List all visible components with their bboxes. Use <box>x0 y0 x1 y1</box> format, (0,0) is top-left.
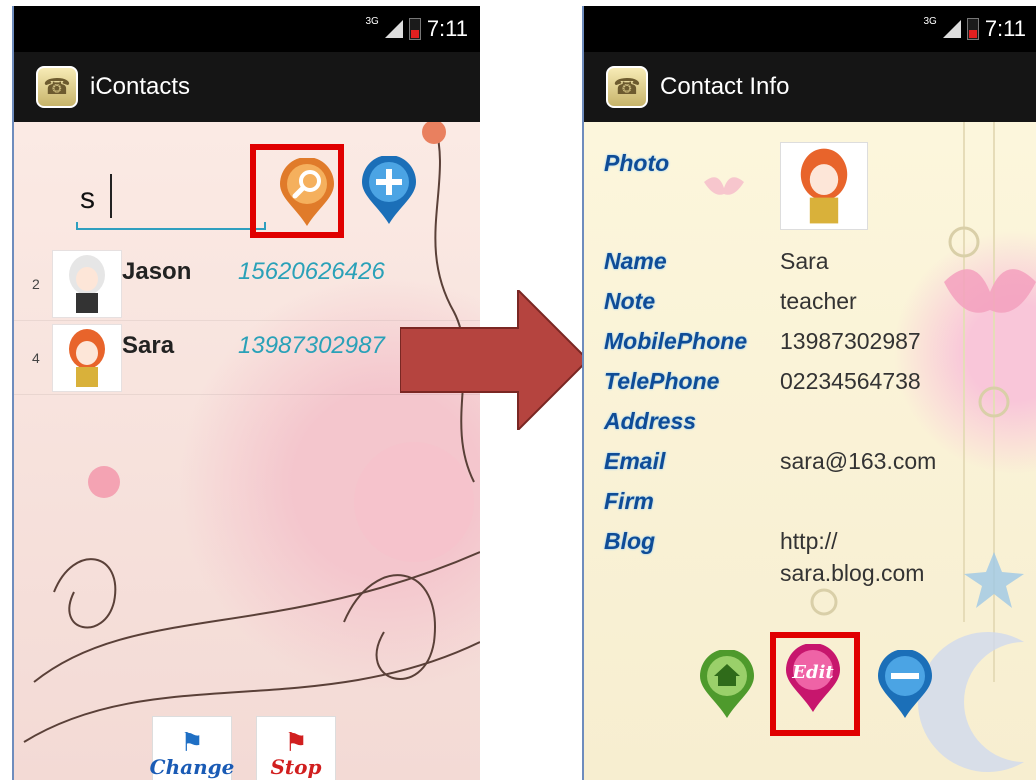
network-type: 3G <box>923 15 937 27</box>
contact-name: Sara <box>122 332 175 359</box>
orange-hair-girl-avatar <box>52 324 122 392</box>
search-button-highlight <box>250 144 344 238</box>
navigation-arrow <box>400 290 590 430</box>
delete-contact-button[interactable] <box>874 650 936 722</box>
blue-flag-icon: ⚑ <box>180 727 204 757</box>
blog-value-line1: http:// <box>780 528 838 554</box>
contact-info-screen: 3G 7:11 ☎ Contact Info Photo Name Sara N… <box>582 6 1036 780</box>
mobilephone-label: MobilePhone <box>604 328 748 354</box>
telephone-value: 02234564738 <box>780 368 921 394</box>
battery-icon <box>966 18 979 40</box>
contact-index: 4 <box>32 350 40 366</box>
app-title: Contact Info <box>660 73 790 100</box>
add-icon <box>362 156 416 224</box>
telephone-label: TelePhone <box>604 368 720 394</box>
contact-index: 2 <box>32 276 40 292</box>
search-input-underline <box>76 222 266 230</box>
contact-name: Jason <box>122 258 192 285</box>
change-label: Change <box>149 755 235 779</box>
note-label: Note <box>604 288 656 314</box>
email-label: Email <box>604 448 666 474</box>
contact-phone: 15620626426 <box>238 258 385 285</box>
text-cursor <box>110 174 112 218</box>
edit-button-highlight <box>770 632 860 736</box>
mobilephone-value: 13987302987 <box>780 328 921 354</box>
contact-info-content: Photo Name Sara Note teacher MobilePhone… <box>584 122 1036 780</box>
telephone-app-icon: ☎ <box>606 66 648 108</box>
contact-phone: 13987302987 <box>238 332 385 359</box>
white-hair-girl-avatar <box>52 250 122 318</box>
change-button[interactable]: ⚑ Change <box>149 716 235 780</box>
app-title: iContacts <box>90 73 191 100</box>
contacts-content: 2 Jason 15620626426 4 Sara 13987302987 ⚑… <box>14 122 480 780</box>
contact-photo[interactable] <box>780 142 868 230</box>
app-title-bar: ☎ iContacts <box>14 52 480 122</box>
name-label: Name <box>604 248 667 274</box>
minus-icon <box>878 650 932 718</box>
search-input[interactable] <box>78 168 262 230</box>
home-icon <box>700 650 754 718</box>
signal-icon <box>384 20 403 38</box>
add-contact-button[interactable] <box>358 156 420 228</box>
battery-icon <box>408 18 421 40</box>
stop-label: Stop <box>270 755 322 779</box>
note-value: teacher <box>780 288 857 314</box>
app-title-bar: ☎ Contact Info <box>584 52 1036 122</box>
orange-hair-girl-avatar <box>800 148 848 224</box>
email-value: sara@163.com <box>780 448 937 474</box>
blog-value-line2: sara.blog.com <box>780 560 925 586</box>
photo-label: Photo <box>604 150 670 176</box>
status-bar: 3G 7:11 <box>584 6 1036 52</box>
address-label: Address <box>604 408 697 434</box>
stop-button[interactable]: ⚑ Stop <box>256 716 336 780</box>
blog-label: Blog <box>604 528 656 554</box>
status-bar: 3G 7:11 <box>14 6 480 52</box>
firm-label: Firm <box>604 488 654 514</box>
telephone-app-icon: ☎ <box>36 66 78 108</box>
clock: 7:11 <box>984 16 1026 41</box>
signal-icon <box>942 20 961 38</box>
name-value: Sara <box>780 248 829 274</box>
home-button[interactable] <box>696 650 758 722</box>
red-flag-icon: ⚑ <box>284 727 308 757</box>
clock: 7:11 <box>426 16 468 41</box>
network-type: 3G <box>365 15 379 27</box>
